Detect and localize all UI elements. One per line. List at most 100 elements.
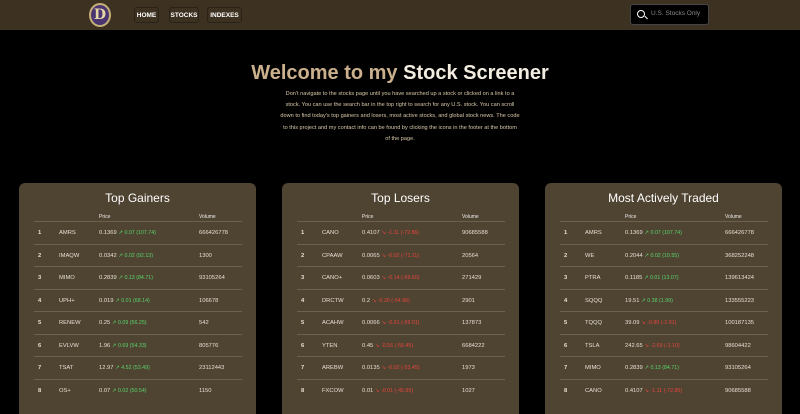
rank: 4 xyxy=(564,297,568,304)
stock-price: 0.019 ↗ 0.01 (68.14) xyxy=(99,290,150,313)
stock-volume: 271429 xyxy=(462,275,482,281)
stock-volume: 137873 xyxy=(462,320,482,326)
rank: 8 xyxy=(301,387,305,394)
trend-up-icon: ↗ xyxy=(644,365,649,371)
stock-price: 0.4107 ↘ -1.11 (-72.86) xyxy=(625,380,682,403)
stock-row[interactable]: 5 RENEW 0.25 ↗ 0.09 (56.25) 542 xyxy=(34,311,242,334)
price-value: 0.019 xyxy=(99,297,114,304)
rank: 1 xyxy=(564,230,568,236)
top-gainers-panel: Top Gainers Price Volume 1 AMRS 0.1369 ↗ 0.07… xyxy=(19,183,256,414)
rank: 5 xyxy=(301,320,305,326)
trend-up-icon: ↗ xyxy=(111,342,117,349)
search-input[interactable]: U.S. Stocks Only xyxy=(630,4,709,25)
trend-up-icon: ↗ xyxy=(644,252,649,259)
stock-row[interactable]: 3 PTRA 0.1185 ↗ 0.01 (13.07) 139613424 xyxy=(560,266,768,289)
search-placeholder: U.S. Stocks Only xyxy=(651,10,701,17)
price-change: 0.01 (68.14) xyxy=(121,297,150,304)
nav-stocks-button[interactable]: STOCKS xyxy=(169,7,199,23)
most-active-panel: Most Actively Traded Price Volume 1 AMRS 0.13… xyxy=(545,183,782,414)
stock-row[interactable]: 4 DRCTW 0.2 ↘ -0.26 (-64.96) 2901 xyxy=(297,288,505,313)
stock-symbol-link[interactable]: TQQQ xyxy=(585,312,602,335)
stock-symbol-link[interactable]: ACAHW xyxy=(322,312,344,335)
stock-symbol-link[interactable]: SQQQ xyxy=(585,290,602,313)
trend-down-icon: ↘ xyxy=(381,252,386,259)
stock-volume: 20564 xyxy=(462,252,479,259)
stock-symbol-link[interactable]: TSAT xyxy=(59,357,73,380)
stock-price: 39.09 ↘ -0.80 (-2.01) xyxy=(625,312,676,335)
stock-symbol-link[interactable]: YTEN xyxy=(322,335,337,358)
stock-symbol-link[interactable]: CANO xyxy=(585,380,602,403)
stock-symbol-link[interactable]: CPAAW xyxy=(322,245,343,268)
stock-row[interactable]: 8 CANO 0.4107 ↘ -1.11 (-72.86) 90685588 xyxy=(560,378,768,403)
stock-symbol-link[interactable]: MIMO xyxy=(585,357,601,380)
stock-row[interactable]: 1 AMRS 0.1369 ↗ 0.07 (107.74) 666426778 xyxy=(560,221,768,244)
stock-symbol-link[interactable]: FXCOW xyxy=(322,380,344,403)
stock-row[interactable]: 1 CANO 0.4107 ↘ -1.11 (-72.86) 90685588 xyxy=(297,221,505,244)
stock-symbol-link[interactable]: AMRS xyxy=(585,222,602,245)
stock-symbol-link[interactable]: CANO+ xyxy=(322,267,342,290)
stock-symbol-link[interactable]: WE xyxy=(585,245,594,268)
stock-price: 19.51 ↗ 0.38 (1.99) xyxy=(625,290,673,313)
stock-volume: 666426778 xyxy=(725,230,755,236)
navbar: D HOME STOCKS INDEXES U.S. Stocks Only xyxy=(0,0,800,30)
stock-volume: 90685588 xyxy=(462,230,488,236)
price-change: -0.01 (-59.01) xyxy=(387,320,420,326)
stock-row[interactable]: 8 OS+ 0.07 ↗ 0.02 (50.54) 1150 xyxy=(34,378,242,403)
stock-symbol-link[interactable]: MIMO xyxy=(59,267,75,290)
stock-row[interactable]: 8 FXCOW 0.01 ↘ -0.01 (-45.95) 1027 xyxy=(297,378,505,403)
stock-symbol-link[interactable]: UPH+ xyxy=(59,290,75,313)
stock-row[interactable]: 2 WE 0.2044 ↗ 0.02 (10.55) 368252248 xyxy=(560,243,768,268)
price-change: -0.02 (-53.45) xyxy=(387,365,420,371)
top-losers-panel: Top Losers Price Volume 1 CANO 0.4107 ↘ -1.11… xyxy=(282,183,519,414)
stock-row[interactable]: 3 MIMO 0.2839 ↗ 0.13 (84.71) 93105264 xyxy=(34,266,242,289)
panel-title: Most Actively Traded xyxy=(608,191,719,205)
stock-row[interactable]: 4 UPH+ 0.019 ↗ 0.01 (68.14) 106678 xyxy=(34,288,242,313)
price-change: 0.09 (56.25) xyxy=(118,320,147,326)
panel-title: Top Losers xyxy=(371,191,430,205)
price-header: Price xyxy=(362,214,374,220)
stock-symbol-link[interactable]: PTRA xyxy=(585,267,600,290)
stock-row[interactable]: 1 AMRS 0.1369 ↗ 0.07 (107.74) 666426778 xyxy=(34,221,242,244)
stock-row[interactable]: 5 ACAHW 0.0066 ↘ -0.01 (-59.01) 137873 xyxy=(297,311,505,334)
stock-symbol-link[interactable]: RENEW xyxy=(59,312,81,335)
price-change: -2.69 (-1.10) xyxy=(650,342,680,349)
price-change: -1.11 (-72.86) xyxy=(650,387,683,394)
stock-row[interactable]: 3 CANO+ 0.0603 ↘ -0.14 (-69.60) 271429 xyxy=(297,266,505,289)
stock-symbol-link[interactable]: TSLA xyxy=(585,335,600,358)
stock-row[interactable]: 7 TSAT 12.97 ↗ 4.52 (53.49) 23112443 xyxy=(34,356,242,379)
price-value: 0.4107 xyxy=(362,230,380,236)
trend-up-icon: ↗ xyxy=(115,365,120,371)
nav-home-button[interactable]: HOME xyxy=(134,7,159,23)
stock-price: 0.2839 ↗ 0.13 (84.71) xyxy=(99,267,153,290)
stock-row[interactable]: 7 MIMO 0.2839 ↗ 0.13 (84.71) 93105264 xyxy=(560,356,768,379)
stock-row[interactable]: 2 CPAAW 0.0065 ↘ -0.02 (-71.11) 20564 xyxy=(297,243,505,268)
stock-row[interactable]: 5 TQQQ 39.09 ↘ -0.80 (-2.01) 100187135 xyxy=(560,311,768,334)
stock-symbol-link[interactable]: DRCTW xyxy=(322,290,344,313)
stock-symbol-link[interactable]: CANO xyxy=(322,222,339,245)
stock-row[interactable]: 4 SQQQ 19.51 ↗ 0.38 (1.99) 133555223 xyxy=(560,288,768,313)
stock-row[interactable]: 6 YTEN 0.45 ↘ -0.56 (-55.45) 6684222 xyxy=(297,333,505,358)
trend-up-icon: ↗ xyxy=(111,387,117,394)
price-change: -1.11 (-72.86) xyxy=(387,230,420,236)
stock-symbol-link[interactable]: IMAQW xyxy=(59,245,79,268)
stock-row[interactable]: 7 AREBW 0.0135 ↘ -0.02 (-53.45) 1973 xyxy=(297,356,505,379)
trend-down-icon: ↘ xyxy=(644,387,649,394)
logo[interactable]: D xyxy=(89,3,111,27)
nav-indexes-button[interactable]: INDEXES xyxy=(207,7,242,23)
stock-volume: 1300 xyxy=(199,252,212,259)
price-value: 0.01 xyxy=(362,387,374,394)
stock-symbol-link[interactable]: AMRS xyxy=(59,222,76,245)
search-icon[interactable] xyxy=(637,10,645,18)
price-value: 0.4107 xyxy=(625,387,643,394)
trend-down-icon: ↘ xyxy=(374,387,380,394)
stock-row[interactable]: 6 TSLA 242.65 ↘ -2.69 (-1.10) 98604422 xyxy=(560,333,768,358)
stock-volume: 542 xyxy=(199,320,209,326)
stock-symbol-link[interactable]: AREBW xyxy=(322,357,343,380)
rank: 7 xyxy=(38,365,42,371)
stock-row[interactable]: 6 EVLVW 1.96 ↗ 0.69 (54.33) 805776 xyxy=(34,333,242,358)
stock-symbol-link[interactable]: EVLVW xyxy=(59,335,79,358)
stock-volume: 93105264 xyxy=(199,275,225,281)
trend-up-icon: ↗ xyxy=(118,275,123,281)
stock-row[interactable]: 2 IMAQW 0.0342 ↗ 0.02 (92.13) 1300 xyxy=(34,243,242,268)
stock-symbol-link[interactable]: OS+ xyxy=(59,380,71,403)
